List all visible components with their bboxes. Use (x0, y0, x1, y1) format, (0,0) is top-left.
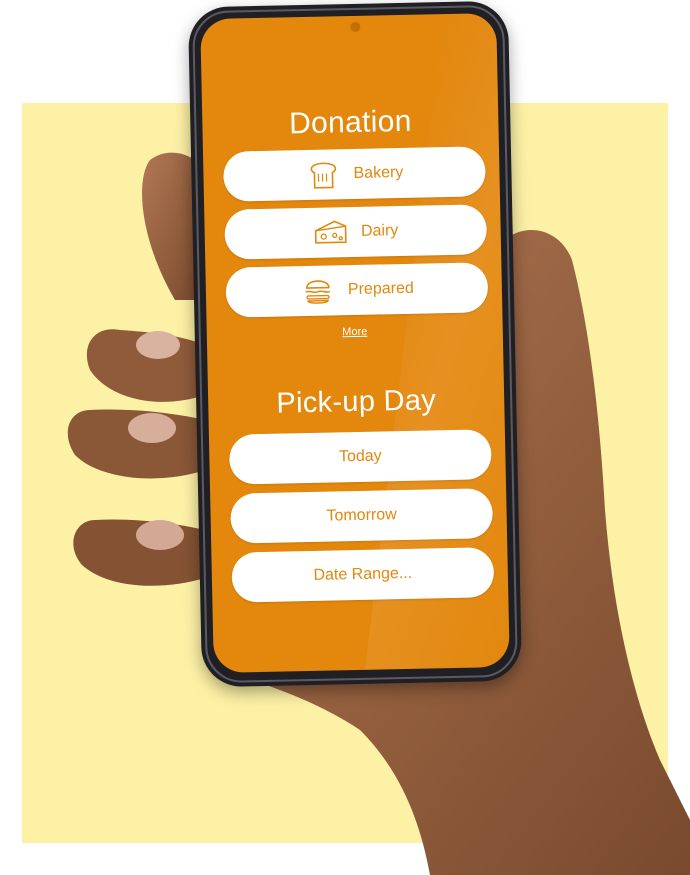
dairy-label: Dairy (360, 222, 399, 240)
burger-icon (305, 280, 331, 304)
date-range-label: Date Range... (313, 564, 413, 584)
tomorrow-button[interactable]: Tomorrow (230, 488, 494, 544)
tomorrow-label: Tomorrow (326, 506, 397, 525)
dairy-button[interactable]: Dairy (224, 204, 488, 260)
today-button[interactable]: Today (228, 429, 492, 485)
date-range-button[interactable]: Date Range... (231, 547, 495, 603)
prepared-button[interactable]: Prepared (225, 262, 489, 318)
prepared-label: Prepared (347, 279, 414, 299)
bakery-label: Bakery (353, 163, 404, 182)
bakery-button[interactable]: Bakery (222, 146, 486, 202)
pickup-title: Pick-up Day (276, 384, 437, 420)
today-label: Today (338, 447, 382, 466)
cheese-icon (315, 220, 348, 244)
bread-icon (310, 162, 337, 189)
donation-title: Donation (288, 104, 412, 141)
camera-dot (350, 21, 361, 33)
phone-screen: Donation Bakery Dairy Prepared More Pick… (200, 12, 510, 674)
